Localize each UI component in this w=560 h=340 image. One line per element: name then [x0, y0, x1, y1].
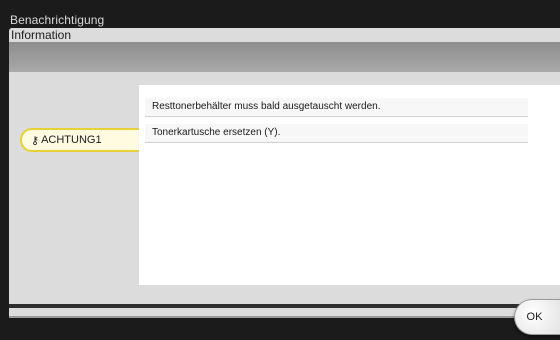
tab-achtung1[interactable]: ⚷ ACHTUNG1 [20, 128, 139, 152]
window-title: Benachrichtigung [10, 13, 105, 27]
message-line: Tonerkartusche ersetzen (Y). [145, 124, 528, 143]
panel-title: Information [11, 28, 72, 42]
tab-label: ACHTUNG1 [41, 134, 102, 146]
bottom-bar [0, 318, 560, 340]
panel-header-bar [9, 42, 560, 72]
key-icon: ⚷ [31, 134, 40, 147]
ok-button[interactable]: OK [514, 299, 560, 335]
message-line: Resttonerbehälter muss bald ausgetauscht… [145, 98, 528, 117]
